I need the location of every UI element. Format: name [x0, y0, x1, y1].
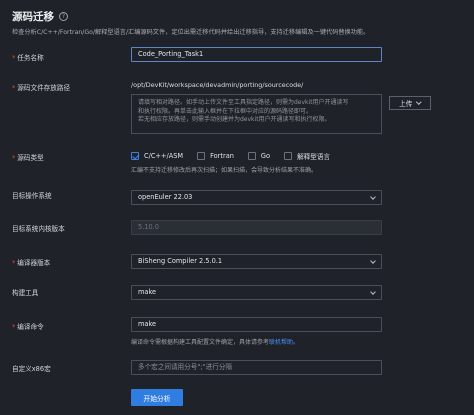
source-path-label: * 源码文件存放路径	[12, 84, 71, 92]
upload-label: 上传	[399, 100, 413, 108]
start-analysis-button[interactable]: 开始分析	[131, 389, 183, 406]
chevron-down-icon	[370, 194, 376, 200]
required-mark: *	[12, 323, 16, 331]
source-type-hint: 汇编不支持迁移修改后再次扫描；如果扫描，会导致分析结果不准确。	[131, 167, 318, 174]
build-tool-select[interactable]: make	[131, 285, 382, 300]
checkbox-icon	[284, 152, 293, 160]
chevron-down-icon	[370, 289, 376, 295]
build-command-label: * 编译命令	[12, 323, 44, 331]
required-mark: *	[12, 84, 16, 92]
required-mark: *	[12, 259, 16, 267]
placeholder-line: 若无相应存放路径，则需手动创建并为devkit用户开通读写和执行权限。	[138, 116, 331, 123]
page-description: 检查分析C/C++/Fortran/Go/解释型语言/汇编源码文件，定位出需迁移…	[12, 29, 370, 36]
help-icon[interactable]: ?	[59, 12, 68, 21]
page-title: 源码迁移	[12, 11, 54, 23]
required-mark: *	[12, 154, 16, 162]
build-command-input[interactable]: make	[131, 317, 382, 332]
source-path-prefix: /opt/DevKit/workspace/devadmin/porting/s…	[131, 81, 304, 89]
custom-macro-label: 自定义x86宏	[12, 365, 51, 373]
custom-macro-input[interactable]: 多个宏之间请用分号";"进行分隔	[131, 360, 382, 375]
online-help-link[interactable]: 联机帮助。	[269, 339, 299, 346]
build-command-hint: 编译命令需根据构建工具配置文件确定，具体请参考联机帮助。	[131, 339, 300, 346]
build-tool-label: 构建工具	[12, 289, 39, 297]
checkbox-c-cpp-asm[interactable]: C/C++/ASM	[131, 152, 183, 160]
checkbox-checked-icon	[131, 152, 139, 160]
task-name-input[interactable]: Code_Porting_Task1	[131, 47, 382, 62]
checkbox-fortran[interactable]: Fortran	[197, 152, 234, 160]
compiler-version-select[interactable]: BiSheng Compiler 2.5.0.1	[131, 254, 382, 269]
checkbox-icon	[197, 152, 206, 160]
source-type-options: C/C++/ASM Fortran Go 解释型语言	[131, 151, 344, 161]
source-type-label: * 源码类型	[12, 154, 44, 162]
source-path-input[interactable]: 请填写相对路径。如手动上传文件至工具指定路径，则需为devkit用户开通读写 和…	[131, 94, 382, 134]
page-header: 源码迁移 ?	[12, 9, 68, 24]
target-os-select[interactable]: openEuler 22.03	[131, 190, 382, 205]
chevron-down-icon	[370, 258, 376, 264]
kernel-version-input: 5.10.0	[131, 220, 382, 235]
placeholder-line: 和执行权限。再单击此输入框并在下拉框中对应的源码路径即可。	[138, 107, 313, 115]
checkbox-interpreted[interactable]: 解释型语言	[284, 151, 330, 161]
compiler-version-label: * 编译器版本	[12, 259, 51, 267]
task-name-label: * 任务名称	[12, 54, 44, 62]
upload-button[interactable]: 上传	[389, 96, 431, 110]
required-mark: *	[12, 54, 16, 62]
checkbox-go[interactable]: Go	[247, 152, 270, 160]
checkbox-icon	[247, 152, 256, 160]
placeholder-line: 请填写相对路径。如手动上传文件至工具指定路径，则需为devkit用户开通读写	[138, 99, 349, 106]
target-os-label: 目标操作系统	[12, 192, 52, 200]
chevron-down-icon	[416, 99, 422, 105]
kernel-version-label: 目标系统内核版本	[12, 225, 65, 233]
